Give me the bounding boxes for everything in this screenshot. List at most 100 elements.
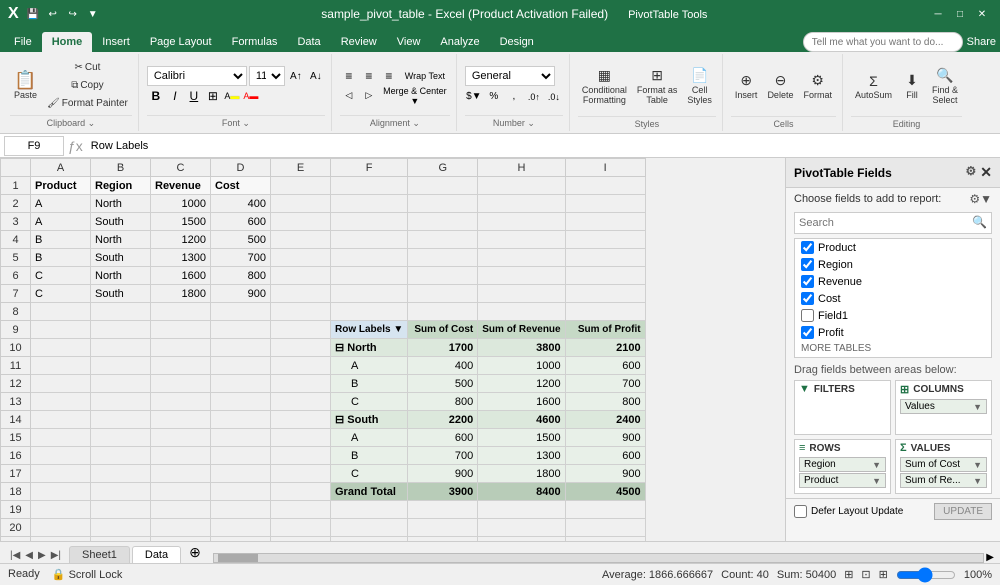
cell-F14[interactable]: ⊟ South <box>331 411 408 429</box>
cell-F11[interactable]: A <box>331 357 408 375</box>
col-header-I[interactable]: I <box>565 159 645 177</box>
cell-C15[interactable] <box>151 429 211 447</box>
restore-btn[interactable]: □ <box>950 4 970 24</box>
tab-review[interactable]: Review <box>331 32 387 52</box>
font-size-select[interactable]: 11 <box>249 66 285 86</box>
cell-E6[interactable] <box>271 267 331 285</box>
cell-A11[interactable] <box>31 357 91 375</box>
cell-I16[interactable]: 600 <box>565 447 645 465</box>
cell-G7[interactable] <box>408 285 478 303</box>
pivot-field-revenue[interactable]: Revenue <box>795 273 991 290</box>
bold-btn[interactable]: B <box>147 87 165 105</box>
cell-E13[interactable] <box>271 393 331 411</box>
cell-D4[interactable]: 500 <box>211 231 271 249</box>
rows-chip-product[interactable]: Product ▼ <box>799 473 886 488</box>
tab-insert[interactable]: Insert <box>92 32 140 52</box>
number-format-select[interactable]: General <box>465 66 555 86</box>
cell-A17[interactable] <box>31 465 91 483</box>
cell-D7[interactable]: 900 <box>211 285 271 303</box>
cell-E11[interactable] <box>271 357 331 375</box>
wrap-text-btn[interactable]: Wrap Text <box>400 67 450 85</box>
tab-data[interactable]: Data <box>287 32 330 52</box>
tab-home[interactable]: Home <box>42 32 93 52</box>
cell-E18[interactable] <box>271 483 331 501</box>
cell-E17[interactable] <box>271 465 331 483</box>
cell-H9[interactable]: Sum of Revenue <box>478 321 565 339</box>
pivot-field-profit-checkbox[interactable] <box>801 326 814 339</box>
cell-F15[interactable]: A <box>331 429 408 447</box>
cell-G8[interactable] <box>408 303 478 321</box>
cell-B15[interactable] <box>91 429 151 447</box>
cell-A16[interactable] <box>31 447 91 465</box>
cell-H1[interactable] <box>478 177 565 195</box>
cell-G18[interactable]: 3900 <box>408 483 478 501</box>
col-header-B[interactable]: B <box>91 159 151 177</box>
tab-design[interactable]: Design <box>490 32 544 52</box>
hscroll-right[interactable]: ▶ <box>984 552 996 563</box>
cell-G11[interactable]: 400 <box>408 357 478 375</box>
cell-D17[interactable] <box>211 465 271 483</box>
cell-B14[interactable] <box>91 411 151 429</box>
cell-B4[interactable]: North <box>91 231 151 249</box>
col-header-E[interactable]: E <box>271 159 331 177</box>
col-header-D[interactable]: D <box>211 159 271 177</box>
cell-H7[interactable] <box>478 285 565 303</box>
delete-btn[interactable]: ⊖Delete <box>763 70 797 102</box>
align-right-btn[interactable]: ≡ <box>380 67 398 85</box>
more-tables-btn[interactable]: MORE TABLES <box>795 341 991 356</box>
paste-btn[interactable]: 📋 Paste <box>10 58 41 114</box>
rows-chip-region[interactable]: Region ▼ <box>799 457 886 472</box>
cell-F10[interactable]: ⊟ North <box>331 339 408 357</box>
cell-G4[interactable] <box>408 231 478 249</box>
cell-I11[interactable]: 600 <box>565 357 645 375</box>
cell-B9[interactable] <box>91 321 151 339</box>
cell-C7[interactable]: 1800 <box>151 285 211 303</box>
cell-styles-btn[interactable]: 📄 CellStyles <box>683 65 716 107</box>
tab-analyze[interactable]: Analyze <box>430 32 489 52</box>
cell-B11[interactable] <box>91 357 151 375</box>
cell-D3[interactable]: 600 <box>211 213 271 231</box>
cell-H3[interactable] <box>478 213 565 231</box>
cell-B8[interactable] <box>91 303 151 321</box>
cell-E12[interactable] <box>271 375 331 393</box>
cell-I15[interactable]: 900 <box>565 429 645 447</box>
cell-E15[interactable] <box>271 429 331 447</box>
font-color-btn[interactable]: A▬ <box>242 87 260 105</box>
cell-B6[interactable]: North <box>91 267 151 285</box>
cell-A12[interactable] <box>31 375 91 393</box>
cell-E5[interactable] <box>271 249 331 267</box>
sheet-nav-last[interactable]: ▶| <box>49 548 63 563</box>
cell-D5[interactable]: 700 <box>211 249 271 267</box>
cell-H12[interactable]: 1200 <box>478 375 565 393</box>
cell-D16[interactable] <box>211 447 271 465</box>
cell-A1[interactable]: Product <box>31 177 91 195</box>
cell-H17[interactable]: 1800 <box>478 465 565 483</box>
zoom-slider[interactable] <box>896 571 956 579</box>
cell-I9[interactable]: Sum of Profit <box>565 321 645 339</box>
pivot-field-region[interactable]: Region <box>795 256 991 273</box>
col-header-F[interactable]: F <box>331 159 408 177</box>
cell-B17[interactable] <box>91 465 151 483</box>
decrease-font-btn[interactable]: A↓ <box>307 67 325 85</box>
cell-I14[interactable]: 2400 <box>565 411 645 429</box>
sheet-tab-data[interactable]: Data <box>132 546 181 563</box>
cell-E3[interactable] <box>271 213 331 231</box>
cell-A18[interactable] <box>31 483 91 501</box>
cell-A13[interactable] <box>31 393 91 411</box>
cell-H10[interactable]: 3800 <box>478 339 565 357</box>
share-btn[interactable]: Share <box>967 36 996 48</box>
cell-F18[interactable]: Grand Total <box>331 483 408 501</box>
cell-I10[interactable]: 2100 <box>565 339 645 357</box>
format-as-table-btn[interactable]: ⊞ Format asTable <box>633 65 682 107</box>
cell-F12[interactable]: B <box>331 375 408 393</box>
format-painter-btn[interactable]: 🖌 Format Painter <box>43 96 132 112</box>
cell-reference-input[interactable] <box>4 136 64 156</box>
cell-I6[interactable] <box>565 267 645 285</box>
sheet-nav-prev[interactable]: ◀ <box>23 548 35 563</box>
cell-G2[interactable] <box>408 195 478 213</box>
page-layout-btn[interactable]: ⊡ <box>861 568 870 581</box>
cell-C11[interactable] <box>151 357 211 375</box>
cell-C14[interactable] <box>151 411 211 429</box>
columns-chip-values[interactable]: Values ▼ <box>900 399 987 414</box>
cell-D13[interactable] <box>211 393 271 411</box>
